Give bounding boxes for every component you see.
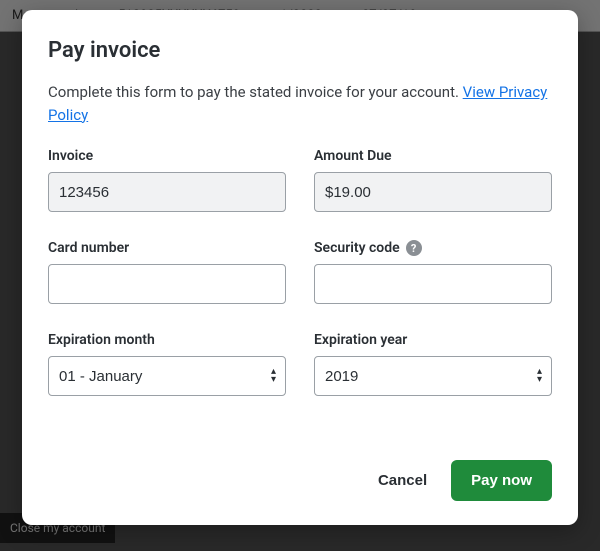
exp-month-label: Expiration month (48, 332, 286, 348)
exp-month-select[interactable]: 01 - January (48, 356, 286, 396)
amount-due-label: Amount Due (314, 148, 552, 164)
pay-now-button[interactable]: Pay now (451, 460, 552, 501)
card-number-input[interactable] (48, 264, 286, 304)
card-number-field: Card number (48, 240, 286, 304)
exp-year-select[interactable]: 2019 (314, 356, 552, 396)
invoice-label: Invoice (48, 148, 286, 164)
help-icon[interactable]: ? (406, 240, 422, 256)
security-code-field: Security code ? (314, 240, 552, 304)
card-number-label: Card number (48, 240, 286, 256)
security-code-label: Security code (314, 240, 400, 256)
exp-month-field: Expiration month 01 - January ▴▾ (48, 332, 286, 396)
amount-due-field: Amount Due (314, 148, 552, 212)
invoice-field: Invoice (48, 148, 286, 212)
exp-year-field: Expiration year 2019 ▴▾ (314, 332, 552, 396)
modal-title: Pay invoice (48, 38, 552, 63)
modal-subtext: Complete this form to pay the stated inv… (48, 81, 552, 126)
cancel-button[interactable]: Cancel (372, 462, 433, 499)
modal-actions: Cancel Pay now (48, 460, 552, 501)
amount-due-input[interactable] (314, 172, 552, 212)
modal-subtext-text: Complete this form to pay the stated inv… (48, 83, 463, 101)
exp-year-label: Expiration year (314, 332, 552, 348)
security-code-input[interactable] (314, 264, 552, 304)
form-grid: Invoice Amount Due Card number Security … (48, 148, 552, 396)
pay-invoice-modal: Pay invoice Complete this form to pay th… (22, 10, 578, 525)
invoice-input[interactable] (48, 172, 286, 212)
